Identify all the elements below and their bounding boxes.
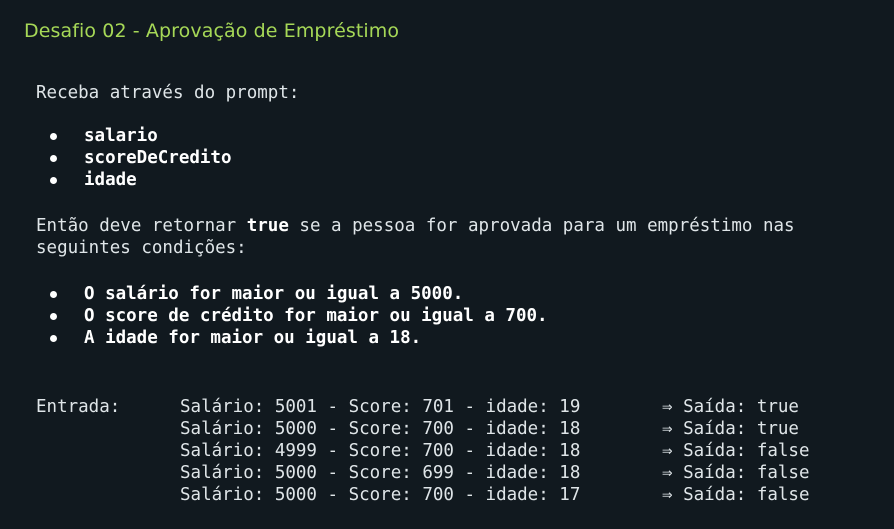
conditions-list: O salário for maior ou igual a 5000. O s…: [36, 283, 548, 349]
example-output: ⇒ Saída: false: [662, 441, 810, 461]
examples-label: Entrada:: [36, 397, 121, 417]
example-input: Salário: 5000 - Score: 700 - idade: 17: [180, 485, 581, 505]
bullet-icon: [50, 155, 57, 162]
inputs-list: salario scoreDeCredito idade: [36, 125, 232, 191]
example-input: Salário: 4999 - Score: 700 - idade: 18: [180, 441, 581, 461]
example-input: Salário: 5000 - Score: 699 - idade: 18: [180, 463, 581, 483]
example-output: ⇒ Saída: false: [662, 463, 810, 483]
example-input: Salário: 5000 - Score: 700 - idade: 18: [180, 419, 581, 439]
example-output: ⇒ Saída: true: [662, 397, 799, 417]
list-item: A idade for maior ou igual a 18.: [36, 327, 548, 349]
bullet-icon: [50, 133, 57, 140]
bullet-icon: [50, 291, 57, 298]
bullet-icon: [50, 335, 57, 342]
list-item: O salário for maior ou igual a 5000.: [36, 283, 548, 305]
challenge-page: Desafio 02 - Aprovação de Empréstimo Rec…: [0, 0, 894, 529]
condition-intro: Então deve retornar true se a pessoa for…: [36, 216, 795, 236]
bullet-icon: [50, 313, 57, 320]
example-output: ⇒ Saída: false: [662, 485, 810, 505]
true-keyword: true: [246, 216, 289, 236]
list-item: O score de crédito for maior ou igual a …: [36, 305, 548, 327]
bullet-icon: [50, 177, 57, 184]
intro-text: Receba através do prompt:: [36, 83, 300, 103]
list-item: salario: [36, 125, 232, 147]
example-output: ⇒ Saída: true: [662, 419, 799, 439]
list-item: scoreDeCredito: [36, 147, 232, 169]
example-input: Salário: 5001 - Score: 701 - idade: 19: [180, 397, 581, 417]
page-title: Desafio 02 - Aprovação de Empréstimo: [24, 20, 400, 42]
list-item: idade: [36, 169, 232, 191]
condition-intro-line2: seguintes condições:: [36, 238, 247, 258]
